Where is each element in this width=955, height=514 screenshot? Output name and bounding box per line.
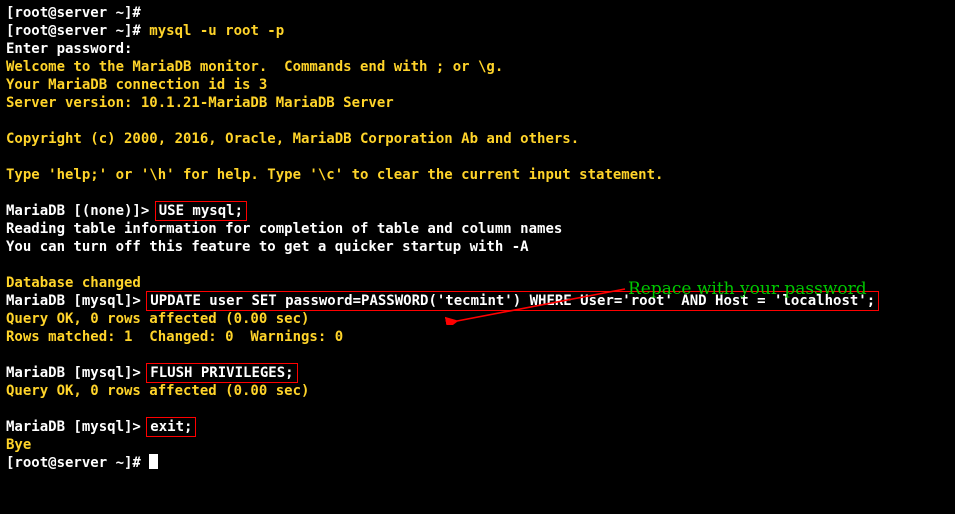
mysql-command: mysql -u root -p	[149, 23, 284, 39]
mariadb-none-prompt: MariaDB [(none)]> USE mysql;	[6, 202, 949, 220]
bye-line: Bye	[6, 436, 949, 454]
copyright-line: Copyright (c) 2000, 2016, Oracle, MariaD…	[6, 130, 949, 148]
terminal-cursor[interactable]	[149, 454, 158, 469]
final-prompt: [root@server ~]#	[6, 454, 949, 472]
mariadb-mysql-prompt-flush: MariaDB [mysql]> FLUSH PRIVILEGES;	[6, 364, 949, 382]
reading-line-1: Reading table information for completion…	[6, 220, 949, 238]
welcome-line-2: Your MariaDB connection id is 3	[6, 76, 949, 94]
reading-line-2: You can turn off this feature to get a q…	[6, 238, 949, 256]
prompt-line: [root@server ~]#	[6, 4, 949, 22]
prompt-with-cmd: [root@server ~]# mysql -u root -p	[6, 22, 949, 40]
blank-line	[6, 256, 949, 274]
query-ok-2: Query OK, 0 rows affected (0.00 sec)	[6, 382, 949, 400]
blank-line	[6, 346, 949, 364]
query-ok-1: Query OK, 0 rows affected (0.00 sec)	[6, 310, 949, 328]
exit-box: exit;	[146, 417, 196, 437]
blank-line	[6, 400, 949, 418]
mariadb-mysql-prompt-exit: MariaDB [mysql]> exit;	[6, 418, 949, 436]
blank-line	[6, 184, 949, 202]
welcome-line-3: Server version: 10.1.21-MariaDB MariaDB …	[6, 94, 949, 112]
flush-privileges-box: FLUSH PRIVILEGES;	[146, 363, 297, 383]
blank-line	[6, 112, 949, 130]
password-annotation: Repace with your password	[628, 280, 867, 298]
welcome-line-1: Welcome to the MariaDB monitor. Commands…	[6, 58, 949, 76]
rows-matched: Rows matched: 1 Changed: 0 Warnings: 0	[6, 328, 949, 346]
blank-line	[6, 148, 949, 166]
help-line: Type 'help;' or '\h' for help. Type '\c'…	[6, 166, 949, 184]
enter-password: Enter password:	[6, 40, 949, 58]
use-mysql-box: USE mysql;	[155, 201, 247, 221]
